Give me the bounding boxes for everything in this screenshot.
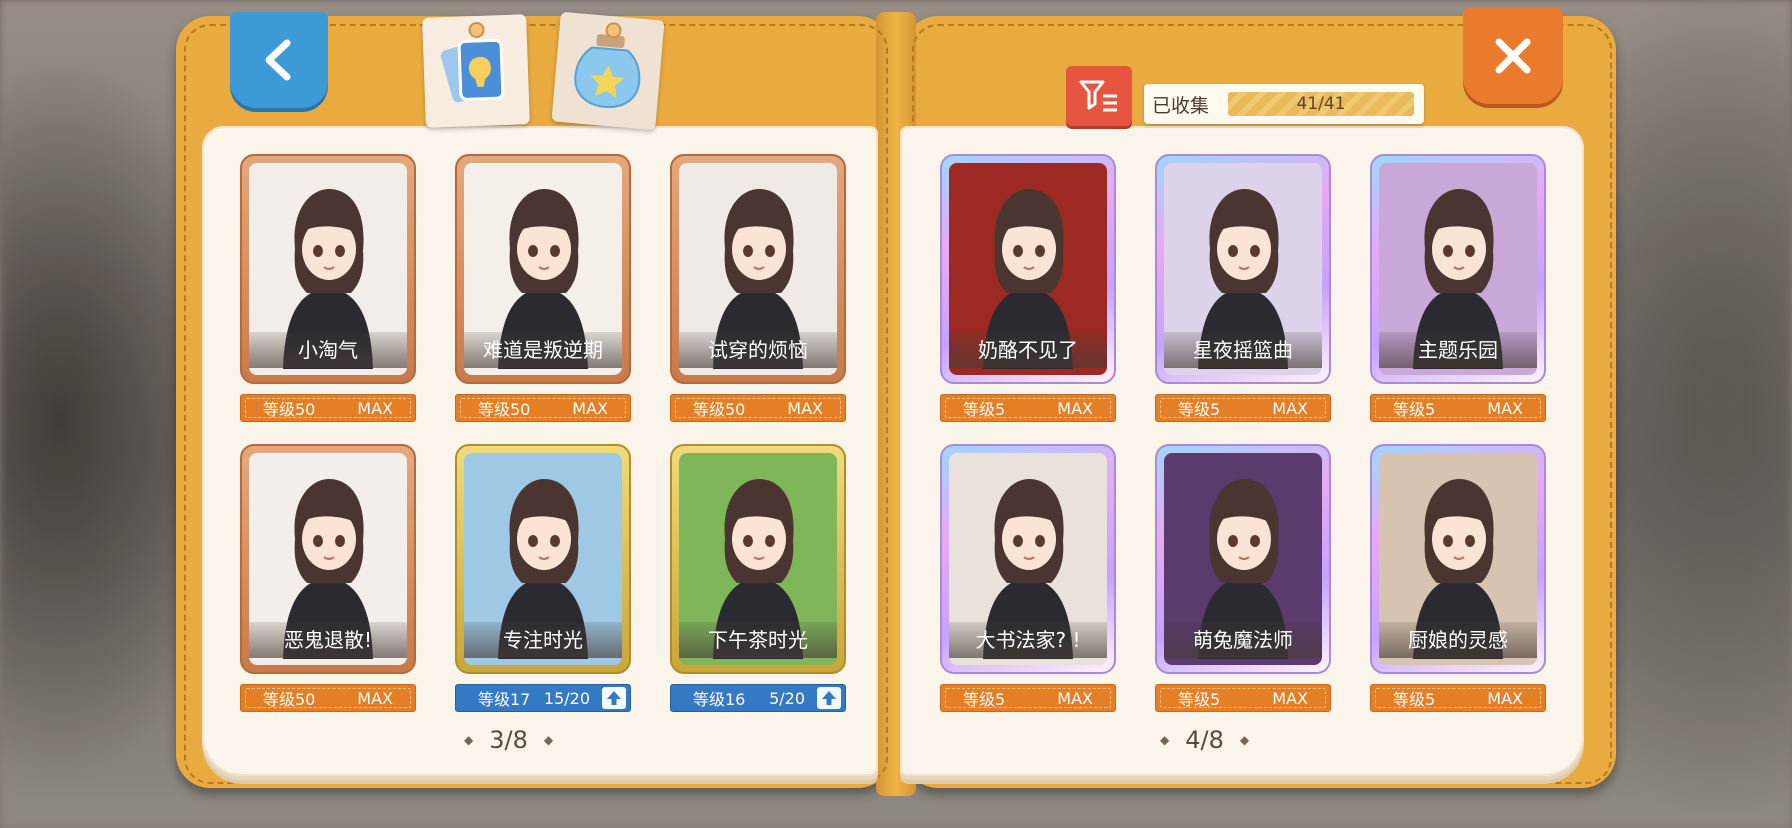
upgrade-button[interactable] <box>817 687 841 709</box>
character-card[interactable]: 下午茶时光 <box>670 444 846 674</box>
character-card[interactable]: 星夜摇篮曲 <box>1155 154 1331 384</box>
card-level: 等级5 <box>1393 690 1436 709</box>
card-max-label: MAX <box>357 688 393 708</box>
card-max-label: MAX <box>787 398 823 418</box>
card-level: 等级16 <box>693 690 746 709</box>
filter-list-icon <box>1079 80 1117 112</box>
card-title: 萌兔魔法师 <box>1164 622 1322 658</box>
card-max-label: MAX <box>1272 398 1308 418</box>
right-page-number: ◆ 4/8 ◆ <box>1160 726 1250 754</box>
card-level: 等级50 <box>693 400 746 419</box>
card-level-bar: 等级16 5/20 <box>670 684 846 712</box>
card-upgrade-progress: 15/20 <box>543 688 590 708</box>
card-level: 等级50 <box>478 400 531 419</box>
character-card[interactable]: 厨娘的灵感 <box>1370 444 1546 674</box>
collected-progress-bar: 41/41 <box>1228 92 1414 116</box>
card-level: 等级5 <box>963 400 1006 419</box>
tab-star-jar[interactable] <box>551 11 665 131</box>
card-level: 等级5 <box>1178 400 1221 419</box>
collected-label: 已收集 <box>1152 94 1210 117</box>
card-level-bar: 等级5 MAX <box>1370 394 1546 422</box>
card-title: 星夜摇篮曲 <box>1164 332 1322 368</box>
character-card[interactable]: 大书法家? ! <box>940 444 1116 674</box>
card-level-bar: 等级50 MAX <box>240 394 416 422</box>
upgrade-button[interactable] <box>602 687 626 709</box>
card-level: 等级5 <box>1178 690 1221 709</box>
card-level-bar: 等级50 MAX <box>455 394 631 422</box>
character-card[interactable]: 萌兔魔法师 <box>1155 444 1331 674</box>
collected-counter: 已收集 41/41 <box>1144 84 1424 124</box>
chevron-left-icon <box>265 39 291 81</box>
card-title: 试穿的烦恼 <box>679 332 837 368</box>
character-card[interactable]: 难道是叛逆期 <box>455 154 631 384</box>
card-title: 下午茶时光 <box>679 622 837 658</box>
left-page-number: ◆ 3/8 ◆ <box>464 726 554 754</box>
card-title: 大书法家? ! <box>949 622 1107 658</box>
card-title: 奶酪不见了 <box>949 332 1107 368</box>
card-title: 专注时光 <box>464 622 622 658</box>
card-max-label: MAX <box>572 398 608 418</box>
card-level: 等级5 <box>963 690 1006 709</box>
filter-button[interactable] <box>1066 66 1132 126</box>
character-card[interactable]: 恶鬼退散! <box>240 444 416 674</box>
card-max-label: MAX <box>1057 688 1093 708</box>
card-level-bar: 等级5 MAX <box>940 684 1116 712</box>
card-level: 等级17 <box>478 690 531 709</box>
arrow-up-icon <box>822 691 836 705</box>
card-max-label: MAX <box>357 398 393 418</box>
character-card[interactable]: 主题乐园 <box>1370 154 1546 384</box>
card-level-bar: 等级5 MAX <box>1155 684 1331 712</box>
card-level: 等级50 <box>263 690 316 709</box>
card-level: 等级5 <box>1393 400 1436 419</box>
collected-value: 41/41 <box>1296 94 1346 114</box>
card-upgrade-progress: 5/20 <box>769 688 805 708</box>
card-title: 恶鬼退散! <box>249 622 407 658</box>
character-card[interactable]: 试穿的烦恼 <box>670 154 846 384</box>
back-button[interactable] <box>230 12 328 108</box>
card-title: 小淘气 <box>249 332 407 368</box>
card-max-label: MAX <box>1487 398 1523 418</box>
card-max-label: MAX <box>1487 688 1523 708</box>
card-level: 等级50 <box>263 400 316 419</box>
star-jar-icon <box>574 34 641 108</box>
card-level-bar: 等级17 15/20 <box>455 684 631 712</box>
card-level-bar: 等级5 MAX <box>1370 684 1546 712</box>
card-level-bar: 等级50 MAX <box>670 394 846 422</box>
card-max-label: MAX <box>1272 688 1308 708</box>
close-button[interactable] <box>1463 8 1563 104</box>
character-card[interactable]: 专注时光 <box>455 444 631 674</box>
tab-cards[interactable] <box>422 14 530 128</box>
character-card[interactable]: 小淘气 <box>240 154 416 384</box>
card-max-label: MAX <box>1057 398 1093 418</box>
card-level-bar: 等级5 MAX <box>1155 394 1331 422</box>
card-title: 难道是叛逆期 <box>464 332 622 368</box>
card-title: 厨娘的灵感 <box>1379 622 1537 658</box>
arrow-up-icon <box>607 691 621 705</box>
right-page-number-text: 4/8 <box>1185 726 1224 754</box>
card-title: 主题乐园 <box>1379 332 1537 368</box>
cards-icon <box>440 38 505 103</box>
close-icon <box>1495 38 1531 74</box>
character-card[interactable]: 奶酪不见了 <box>940 154 1116 384</box>
left-page-number-text: 3/8 <box>489 726 528 754</box>
card-level-bar: 等级50 MAX <box>240 684 416 712</box>
card-level-bar: 等级5 MAX <box>940 394 1116 422</box>
